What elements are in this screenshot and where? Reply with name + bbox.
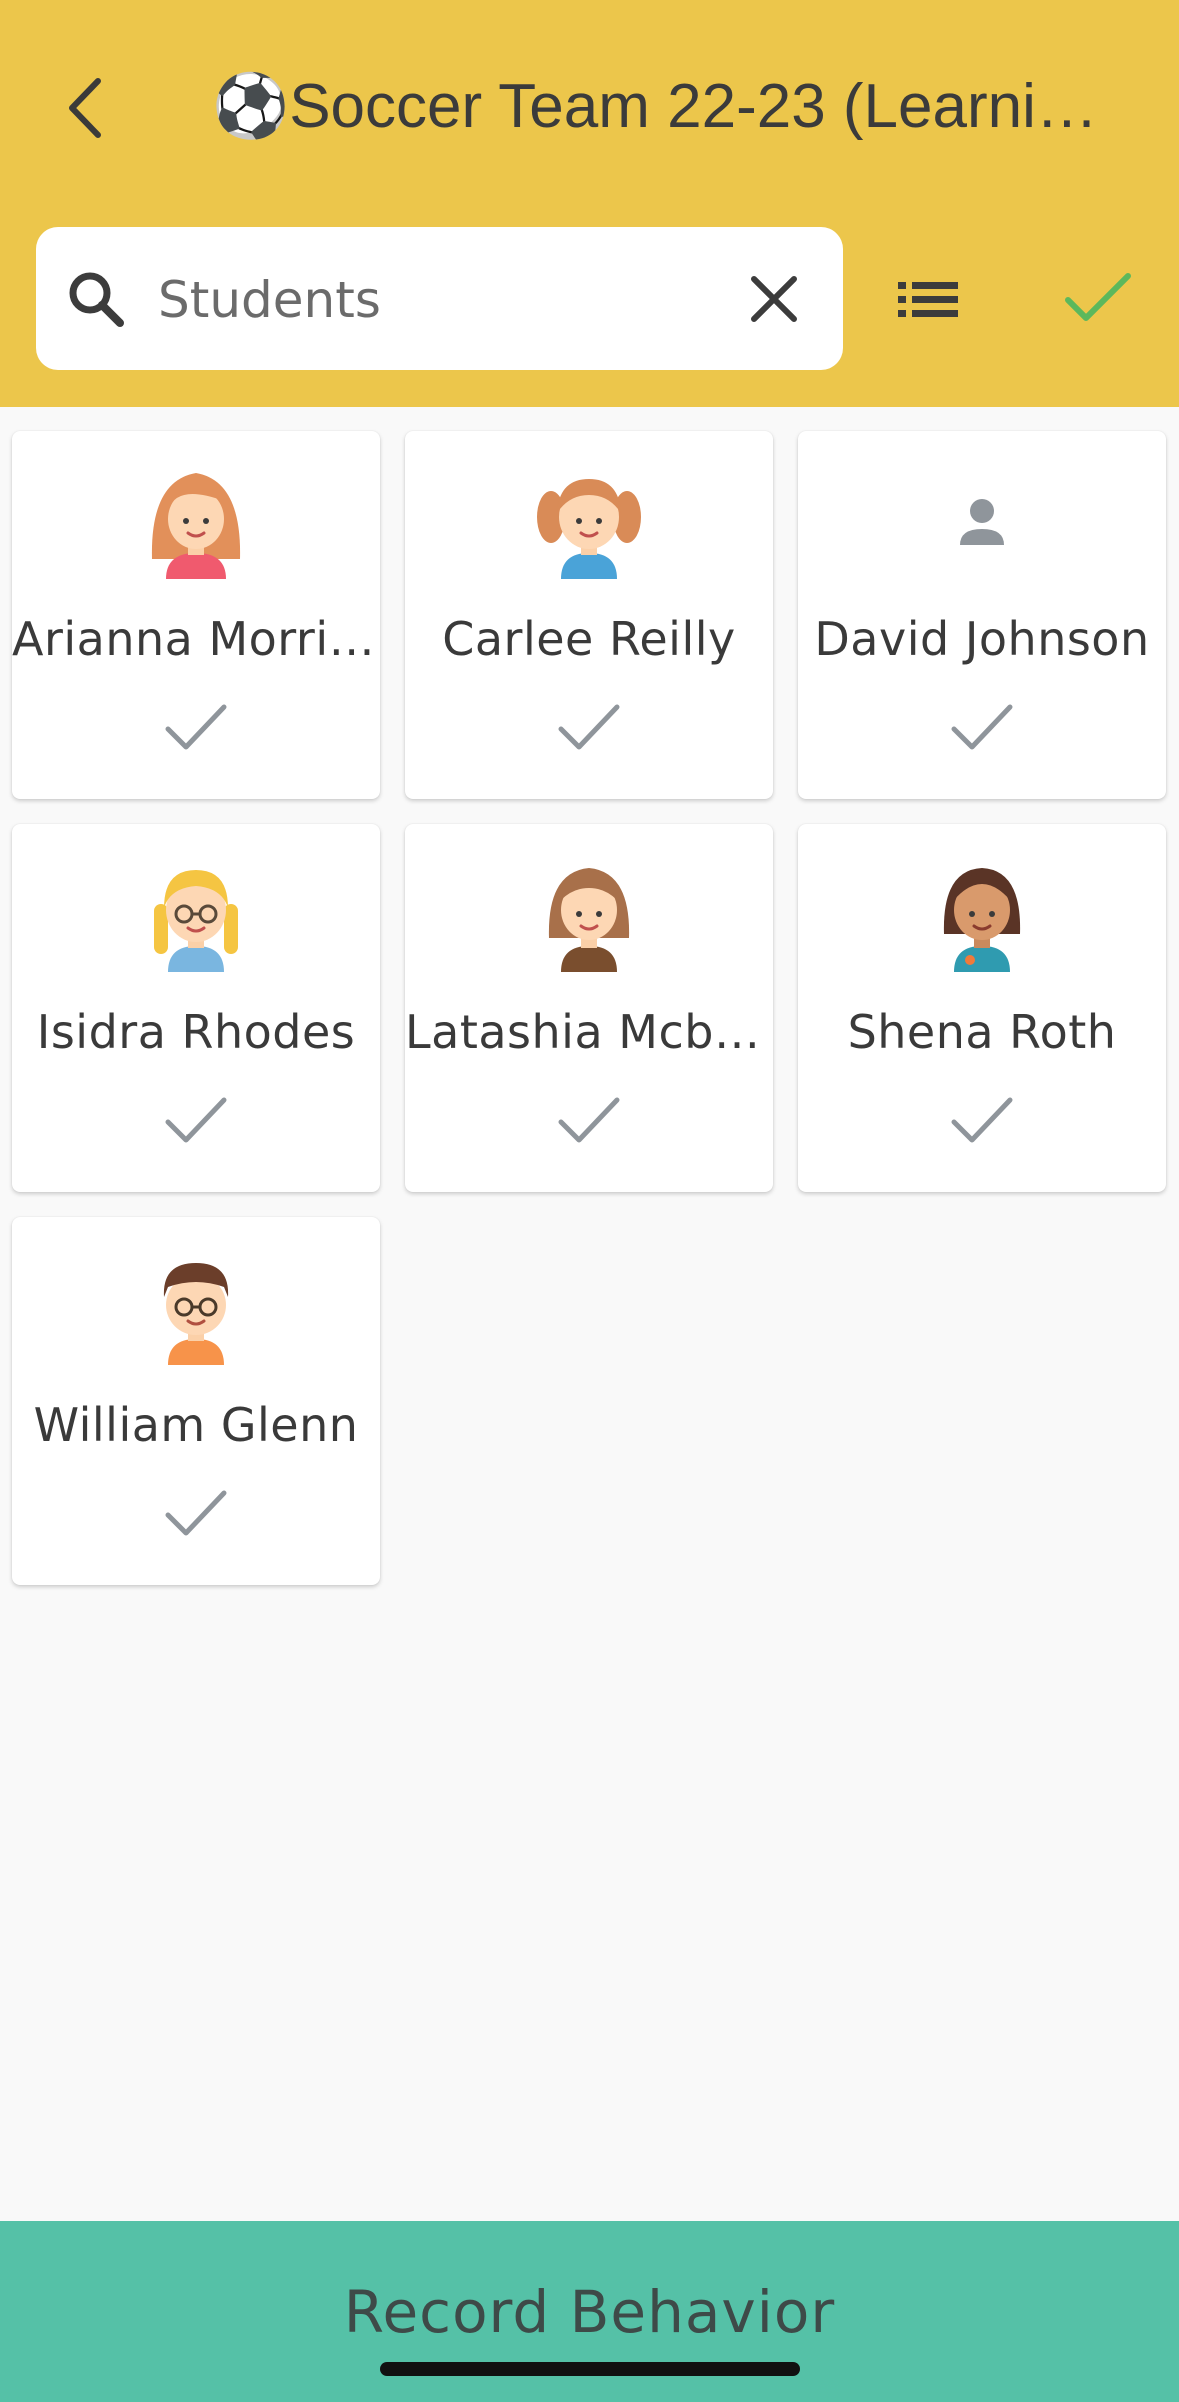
student-card[interactable]: Arianna Morrison [12,431,380,799]
search-icon [69,272,124,327]
student-name: Isidra Rhodes [36,1005,356,1059]
student-card[interactable]: Carlee Reilly [405,431,773,799]
student-name: Carlee Reilly [442,612,736,666]
check-icon [951,1097,1013,1143]
student-name: Shena Roth [847,1005,1117,1059]
student-name: David Johnson [814,612,1150,666]
list-icon[interactable] [888,260,968,340]
girl-blonde-glasses-avatar [154,870,238,972]
search-bar[interactable] [36,227,843,370]
search-input[interactable] [156,257,720,343]
girl-redhead-avatar [151,473,241,579]
home-indicator [380,2362,800,2376]
check-icon [165,704,227,750]
check-icon [165,1490,227,1536]
girl-brown-hair-avatar [548,868,630,972]
student-name: William Glenn [33,1398,359,1452]
page-title: ⚽Soccer Team 22-23 (Learning Group) [212,72,1132,141]
chevron-left-icon [69,78,101,138]
student-card[interactable]: David Johnson [798,431,1166,799]
check-icon [558,1097,620,1143]
record-behavior-label: Record Behavior [343,2278,836,2346]
person-placeholder-icon [960,499,1004,545]
student-card[interactable]: Shena Roth [798,824,1166,1192]
close-icon[interactable] [740,265,808,333]
done-check-icon[interactable] [1058,258,1138,338]
check-icon [558,704,620,750]
student-card[interactable]: Isidra Rhodes [12,824,380,1192]
app-header: ⚽Soccer Team 22-23 (Learning Group) [0,0,1179,407]
check-icon [165,1097,227,1143]
student-name: Latashia Mcbride [405,1005,773,1059]
boy-glasses-avatar [163,1263,229,1365]
student-card[interactable]: Latashia Mcbride [405,824,773,1192]
student-name: Arianna Morrison [12,612,380,666]
student-card[interactable]: William Glenn [12,1217,380,1585]
back-button[interactable] [52,68,116,148]
girl-dark-skin-avatar [943,868,1021,972]
girl-pigtails-avatar [537,479,641,579]
check-icon [951,704,1013,750]
